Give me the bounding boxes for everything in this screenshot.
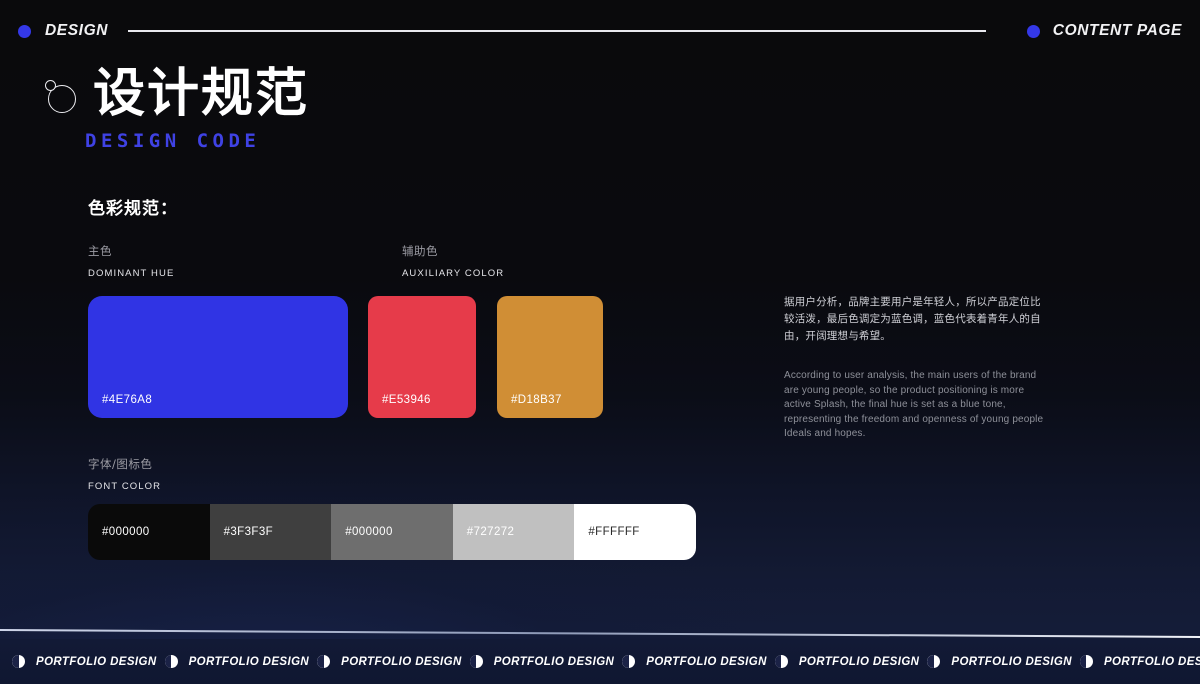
half-moon-icon bbox=[317, 655, 331, 668]
half-moon-icon bbox=[469, 655, 483, 668]
section-title: 色彩规范： bbox=[88, 199, 178, 219]
grayscale-swatch-code: #3F3F3F bbox=[223, 526, 274, 538]
group-label-auxiliary-cn: 辅助色 bbox=[402, 244, 438, 258]
color-swatch-dominant: #4E76A8 bbox=[88, 296, 348, 418]
description-en: According to user analysis, the main use… bbox=[784, 370, 1044, 439]
description-block: 据用户分析，品牌主要用户是年轻人，所以产品定位比较活泼，最后色调定为蓝色调，蓝色… bbox=[784, 294, 1049, 442]
footer-ticker-item: PORTFOLIO DESIGN bbox=[309, 655, 462, 668]
footer-ticker-item: PORTFOLIO DESIGN bbox=[462, 655, 615, 668]
slide-canvas: DESIGN CONTENT PAGE 设计规范 DESIGN CODE 色彩规… bbox=[0, 0, 1200, 684]
half-moon-icon bbox=[12, 655, 25, 668]
footer-ticker-label: PORTFOLIO DESIGN bbox=[798, 655, 920, 668]
footer-ticker-item: PORTFOLIO DESIGN bbox=[767, 655, 920, 668]
footer-ticker-label: PORTFOLIO DESIGN bbox=[36, 655, 157, 668]
grayscale-swatch-code: #000000 bbox=[102, 526, 150, 538]
grayscale-swatch: #000000 bbox=[88, 504, 210, 560]
grayscale-swatch-code: #000000 bbox=[345, 526, 393, 538]
slide-header: DESIGN CONTENT PAGE bbox=[0, 0, 1200, 62]
title-block: 设计规范 DESIGN CODE bbox=[45, 64, 310, 153]
blue-dot-icon bbox=[18, 24, 31, 38]
circle-with-pip-icon bbox=[45, 80, 79, 114]
color-swatch-auxiliary-1-code: #E53946 bbox=[382, 394, 431, 406]
header-left-label: DESIGN bbox=[45, 22, 109, 39]
group-label-dominant-cn: 主色 bbox=[88, 244, 112, 258]
footer-divider-line bbox=[0, 629, 1200, 638]
group-label-dominant-en: DOMINANT HUE bbox=[88, 268, 175, 279]
footer-ticker-item: PORTFOLIO DESIGN bbox=[919, 655, 1072, 668]
logo-pip-shape bbox=[45, 80, 56, 91]
group-label-auxiliary: 辅助色 AUXILIARY COLOR bbox=[402, 243, 504, 279]
half-moon-icon bbox=[927, 655, 941, 668]
header-divider-line bbox=[128, 30, 987, 32]
footer-ticker-label: PORTFOLIO DESIGN bbox=[951, 655, 1072, 668]
half-moon-icon bbox=[622, 655, 636, 668]
group-label-auxiliary-en: AUXILIARY COLOR bbox=[402, 268, 505, 279]
title-row: 设计规范 bbox=[45, 64, 310, 124]
color-swatch-auxiliary-1: #E53946 bbox=[368, 296, 476, 418]
page-subtitle: DESIGN CODE bbox=[85, 130, 261, 153]
header-brand-left: DESIGN bbox=[0, 22, 108, 40]
blue-dot-icon bbox=[1026, 24, 1040, 38]
group-label-font-cn: 字体/图标色 bbox=[88, 457, 153, 471]
footer-divider bbox=[0, 627, 1200, 639]
half-moon-icon bbox=[164, 655, 178, 668]
footer-ticker: PORTFOLIO DESIGN PORTFOLIO DESIGN PORTFOLI… bbox=[0, 639, 1200, 684]
half-moon-icon bbox=[774, 655, 788, 668]
page-title: 设计规范 bbox=[93, 64, 310, 124]
group-label-font: 字体/图标色 FONT COLOR bbox=[88, 456, 161, 492]
footer-ticker-item: PORTFOLIO DESIGN bbox=[1072, 655, 1200, 668]
half-moon-icon bbox=[1079, 655, 1093, 668]
grayscale-swatch: #000000 bbox=[331, 504, 453, 560]
header-brand-right: CONTENT PAGE bbox=[1026, 22, 1200, 40]
grayscale-swatch: #FFFFFF bbox=[574, 504, 696, 560]
header-right-label: CONTENT PAGE bbox=[1052, 22, 1182, 39]
footer-ticker-label: PORTFOLIO DESIGN bbox=[341, 655, 462, 668]
footer-ticker-item: PORTFOLIO DESIGN bbox=[4, 655, 157, 668]
grayscale-swatch-code: #727272 bbox=[466, 526, 515, 538]
color-swatch-dominant-code: #4E76A8 bbox=[102, 394, 153, 406]
color-swatch-auxiliary-2: #D18B37 bbox=[497, 296, 603, 418]
footer-ticker-label: PORTFOLIO DESIGN bbox=[1103, 655, 1200, 668]
group-label-dominant: 主色 DOMINANT HUE bbox=[88, 243, 174, 279]
footer-ticker-item: PORTFOLIO DESIGN bbox=[614, 655, 767, 668]
footer-ticker-item: PORTFOLIO DESIGN bbox=[157, 655, 310, 668]
grayscale-swatch: #3F3F3F bbox=[209, 504, 332, 560]
grayscale-swatch: #727272 bbox=[452, 504, 575, 560]
grayscale-swatch-bar: #000000 #3F3F3F #000000 #727272 #FFFFFF bbox=[88, 504, 696, 560]
description-cn: 据用户分析，品牌主要用户是年轻人，所以产品定位比较活泼，最后色调定为蓝色调，蓝色… bbox=[784, 296, 1041, 342]
footer-ticker-label: PORTFOLIO DESIGN bbox=[188, 655, 310, 668]
group-label-font-en: FONT COLOR bbox=[88, 481, 162, 492]
color-swatch-auxiliary-2-code: #D18B37 bbox=[511, 394, 562, 406]
footer-ticker-label: PORTFOLIO DESIGN bbox=[493, 655, 615, 668]
grayscale-swatch-code: #FFFFFF bbox=[588, 526, 640, 538]
footer-ticker-label: PORTFOLIO DESIGN bbox=[646, 655, 767, 668]
